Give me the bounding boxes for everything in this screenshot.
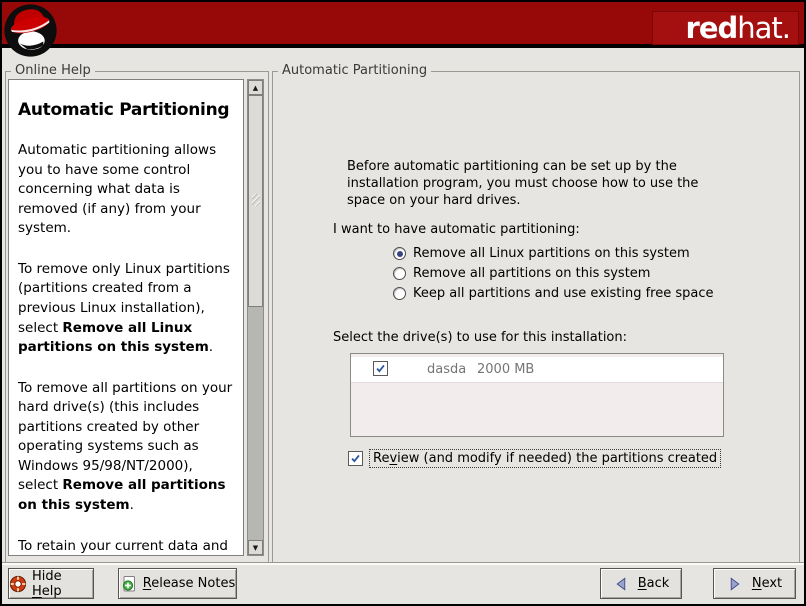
- scrollbar-thumb[interactable]: [248, 95, 263, 307]
- review-checkbox-checked[interactable]: [348, 451, 363, 466]
- release-notes-label: Release Notes: [143, 576, 235, 591]
- partitioning-radio-group: Remove all Linux partitions on this syst…: [393, 246, 713, 301]
- help-paragraph-3: To remove all partitions on your hard dr…: [18, 379, 234, 516]
- installer-window: redhat. Online Help Automatic Partitioni…: [0, 0, 806, 606]
- scrollbar-grip: [252, 194, 260, 206]
- hide-help-button[interactable]: Hide Help: [8, 568, 94, 599]
- review-partitions-checkbox-row[interactable]: Review (and modify if needed) the partit…: [348, 449, 721, 468]
- radio-label: Remove all Linux partitions on this syst…: [413, 246, 690, 261]
- radio-label: Remove all partitions on this system: [413, 266, 650, 281]
- redhat-logo-text: redhat.: [686, 14, 790, 43]
- release-notes-icon: [120, 575, 138, 593]
- review-checkbox-label: Review (and modify if needed) the partit…: [369, 449, 721, 468]
- release-notes-button[interactable]: Release Notes: [118, 568, 237, 599]
- next-arrow-icon: [727, 576, 743, 592]
- help-text-area: Automatic Partitioning Automatic partiti…: [8, 79, 244, 556]
- radio-remove-all-partitions[interactable]: Remove all partitions on this system: [393, 266, 713, 281]
- automatic-partitioning-frame-label: Automatic Partitioning: [278, 63, 431, 78]
- radio-dot: [397, 251, 403, 257]
- radio-label: Keep all partitions and use existing fre…: [413, 286, 713, 301]
- help-scrollbar[interactable]: ▲ ▼: [247, 79, 264, 556]
- online-help-frame-label: Online Help: [11, 63, 95, 78]
- footer-separator: [2, 562, 804, 565]
- drive-row-dasda[interactable]: dasda 2000 MB: [351, 357, 723, 383]
- radio-button-selected[interactable]: [393, 247, 406, 260]
- online-help-panel: Online Help Automatic Partitioning Autom…: [5, 71, 269, 563]
- life-ring-icon: [9, 575, 27, 593]
- drive-size: 2000 MB: [477, 362, 534, 377]
- scrollbar-up-icon[interactable]: ▲: [248, 80, 263, 95]
- radio-button[interactable]: [393, 267, 406, 280]
- back-button[interactable]: Back: [600, 568, 682, 599]
- radio-button[interactable]: [393, 287, 406, 300]
- radio-keep-all-partitions[interactable]: Keep all partitions and use existing fre…: [393, 286, 713, 301]
- redhat-shadowman-icon: [3, 3, 58, 58]
- drive-select-label: Select the drive(s) to use for this inst…: [333, 330, 627, 345]
- brand-bold: red: [686, 11, 738, 45]
- drive-checkbox-checked[interactable]: [373, 361, 388, 376]
- next-label: Next: [752, 576, 782, 591]
- next-button[interactable]: Next: [713, 568, 796, 599]
- brand-rest: hat.: [737, 11, 790, 45]
- checkbox-check-icon: [375, 363, 386, 374]
- back-label: Back: [638, 576, 670, 591]
- checkbox-check-icon: [350, 453, 361, 464]
- hide-help-label: Hide Help: [32, 569, 93, 599]
- help-paragraph-4-clipped: To retain your current data and: [18, 537, 234, 556]
- scrollbar-down-icon[interactable]: ▼: [248, 540, 263, 555]
- question-label: I want to have automatic partitioning:: [333, 222, 580, 237]
- drive-name: dasda: [427, 362, 466, 377]
- intro-text: Before automatic partitioning can be set…: [347, 158, 703, 209]
- automatic-partitioning-panel: Automatic Partitioning Before automatic …: [272, 71, 800, 563]
- top-banner: redhat.: [2, 2, 804, 48]
- back-arrow-icon: [613, 576, 629, 592]
- help-heading: Automatic Partitioning: [18, 100, 234, 120]
- help-paragraph-2: To remove only Linux partitions (partiti…: [18, 260, 234, 358]
- drive-list[interactable]: dasda 2000 MB: [350, 353, 724, 437]
- redhat-wordmark: redhat.: [652, 11, 799, 45]
- radio-remove-linux-partitions[interactable]: Remove all Linux partitions on this syst…: [393, 246, 713, 261]
- help-paragraph-1: Automatic partitioning allows you to hav…: [18, 141, 234, 239]
